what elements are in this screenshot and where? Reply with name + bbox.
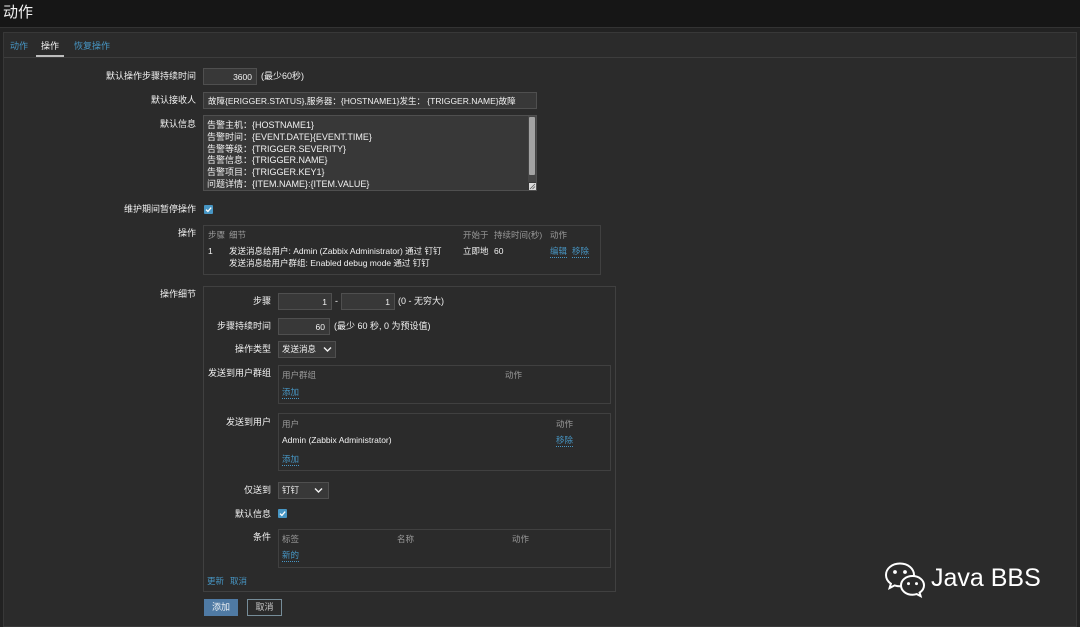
col-user: 用户: [282, 419, 300, 429]
conditions-label: 条件: [252, 532, 271, 542]
step-duration-input[interactable]: [278, 318, 330, 335]
col-user-group-action: 动作: [505, 370, 523, 380]
tab-action[interactable]: 动作: [5, 38, 33, 57]
operation-detail-line: 发送消息给用户群组: Enabled debug mode 通过 钉钉: [229, 258, 430, 268]
col-details: 细节: [229, 230, 247, 240]
default-message-textarea[interactable]: 告警主机：{HOSTNAME1} 告警时间：{EVENT.DATE}{EVENT…: [204, 116, 526, 190]
operation-remove-link[interactable]: 移除: [572, 245, 590, 258]
step-to-input[interactable]: [341, 293, 395, 310]
operation-type-value: 发送消息: [282, 344, 317, 354]
wechat-small-bubble: [899, 574, 926, 598]
default-message-field: 告警主机：{HOSTNAME1} 告警时间：{EVENT.DATE}{EVENT…: [203, 115, 537, 191]
operation-type-label: 操作类型: [234, 344, 271, 354]
operation-detail-line: 发送消息给用户: Admin (Zabbix Administrator) 通过…: [229, 246, 442, 256]
step-from-input[interactable]: [278, 293, 332, 310]
wechat-icon: [884, 562, 926, 598]
col-step: 步骤: [208, 230, 226, 240]
default-subject-label: 默认接收人: [150, 95, 196, 105]
operations-label: 操作: [177, 228, 196, 238]
users-table: 用户 动作 Admin (Zabbix Administrator) 移除 添加: [278, 413, 611, 471]
steps-separator: -: [335, 296, 338, 306]
remove-user-link[interactable]: 移除: [556, 434, 574, 447]
pause-maintenance-label: 维护期间暂停操作: [123, 204, 196, 214]
pause-maintenance-checkbox[interactable]: [204, 205, 213, 214]
check-mark: [279, 511, 286, 517]
default-message-checkbox[interactable]: [278, 509, 287, 518]
cancel-button[interactable]: 取消: [247, 599, 282, 616]
default-step-duration-hint: (最少60秒): [261, 71, 305, 81]
wechat-eye: [907, 582, 910, 586]
col-action: 动作: [550, 230, 568, 240]
textarea-scrollbar-thumb[interactable]: [529, 117, 535, 175]
default-step-duration-label: 默认操作步骤持续时间: [105, 71, 196, 81]
col-user-action: 动作: [556, 419, 574, 429]
step-duration-hint: (最少 60 秒, 0 为预设值): [334, 321, 431, 331]
operation-edit-link[interactable]: 编辑: [550, 245, 568, 258]
send-only-to-label: 仅送到: [243, 485, 271, 495]
wechat-eye: [893, 570, 897, 574]
operation-details-panel: 步骤 - (0 - 无穷大) 步骤持续时间 (最少 60 秒, 0 为预设值) …: [203, 286, 616, 592]
cancel-operation-link[interactable]: 取消: [230, 575, 247, 587]
operation-start-in: 立即地: [463, 246, 489, 256]
user-groups-table: 用户群组 动作 添加: [278, 365, 611, 404]
send-to-users-label: 发送到用户: [225, 417, 271, 427]
tab-operations[interactable]: 操作: [36, 38, 65, 57]
add-user-group-link[interactable]: 添加: [282, 386, 300, 399]
check-icon: [205, 207, 212, 213]
resize-grip-icon[interactable]: [529, 183, 536, 190]
chevron-down-icon: [314, 488, 323, 493]
col-condition-action: 动作: [512, 534, 530, 544]
chevron-shape: [323, 347, 332, 352]
watermark-text: Java BBS: [931, 564, 1041, 592]
col-duration: 持续时间(秒): [494, 230, 543, 240]
operation-step: 1: [208, 246, 213, 256]
default-step-duration-input[interactable]: [203, 68, 257, 85]
user-name: Admin (Zabbix Administrator): [282, 435, 392, 445]
default-message-toggle-label: 默认信息: [234, 509, 271, 519]
default-subject-input[interactable]: [203, 92, 537, 109]
col-condition-name: 名称: [397, 534, 415, 544]
tab-recovery-operations[interactable]: 恢复操作: [69, 38, 115, 57]
col-start-in: 开始于: [463, 230, 489, 240]
operation-details-label: 操作细节: [159, 289, 196, 299]
check-mark: [205, 207, 212, 213]
operations-table: 步骤 细节 开始于 持续时间(秒) 动作 1 发送消息给用户: Admin (Z…: [203, 225, 601, 275]
page-title: 动作: [3, 4, 34, 21]
app-root: 动作 动作 操作 恢复操作 默认操作步骤持续时间 (最少60秒) 默认接收人 默…: [0, 0, 1080, 627]
wechat-eye: [915, 582, 918, 586]
wechat-eye: [903, 570, 907, 574]
chevron-down-icon: [323, 347, 332, 352]
default-message-label: 默认信息: [159, 119, 196, 129]
step-duration-label: 步骤持续时间: [216, 321, 271, 331]
add-button[interactable]: 添加: [204, 599, 238, 616]
steps-hint: (0 - 无穷大): [398, 296, 444, 306]
top-header: 动作: [0, 0, 1080, 28]
check-icon: [279, 511, 286, 517]
send-to-user-groups-label: 发送到用户群组: [207, 368, 271, 378]
col-user-group: 用户群组: [282, 370, 317, 380]
steps-label: 步骤: [252, 296, 271, 306]
chevron-shape: [314, 488, 323, 493]
tab-bar-divider: [4, 57, 1076, 58]
update-operation-link[interactable]: 更新: [207, 575, 224, 587]
col-condition-label: 标签: [282, 534, 300, 544]
operation-type-select[interactable]: 发送消息: [278, 341, 336, 358]
send-only-to-select[interactable]: 钉钉: [278, 482, 329, 499]
conditions-table: 标签 名称 动作 新的: [278, 529, 611, 568]
send-only-to-value: 钉钉: [282, 485, 300, 495]
operation-duration: 60: [494, 246, 504, 256]
new-condition-link[interactable]: 新的: [282, 549, 300, 562]
add-user-link[interactable]: 添加: [282, 453, 300, 466]
